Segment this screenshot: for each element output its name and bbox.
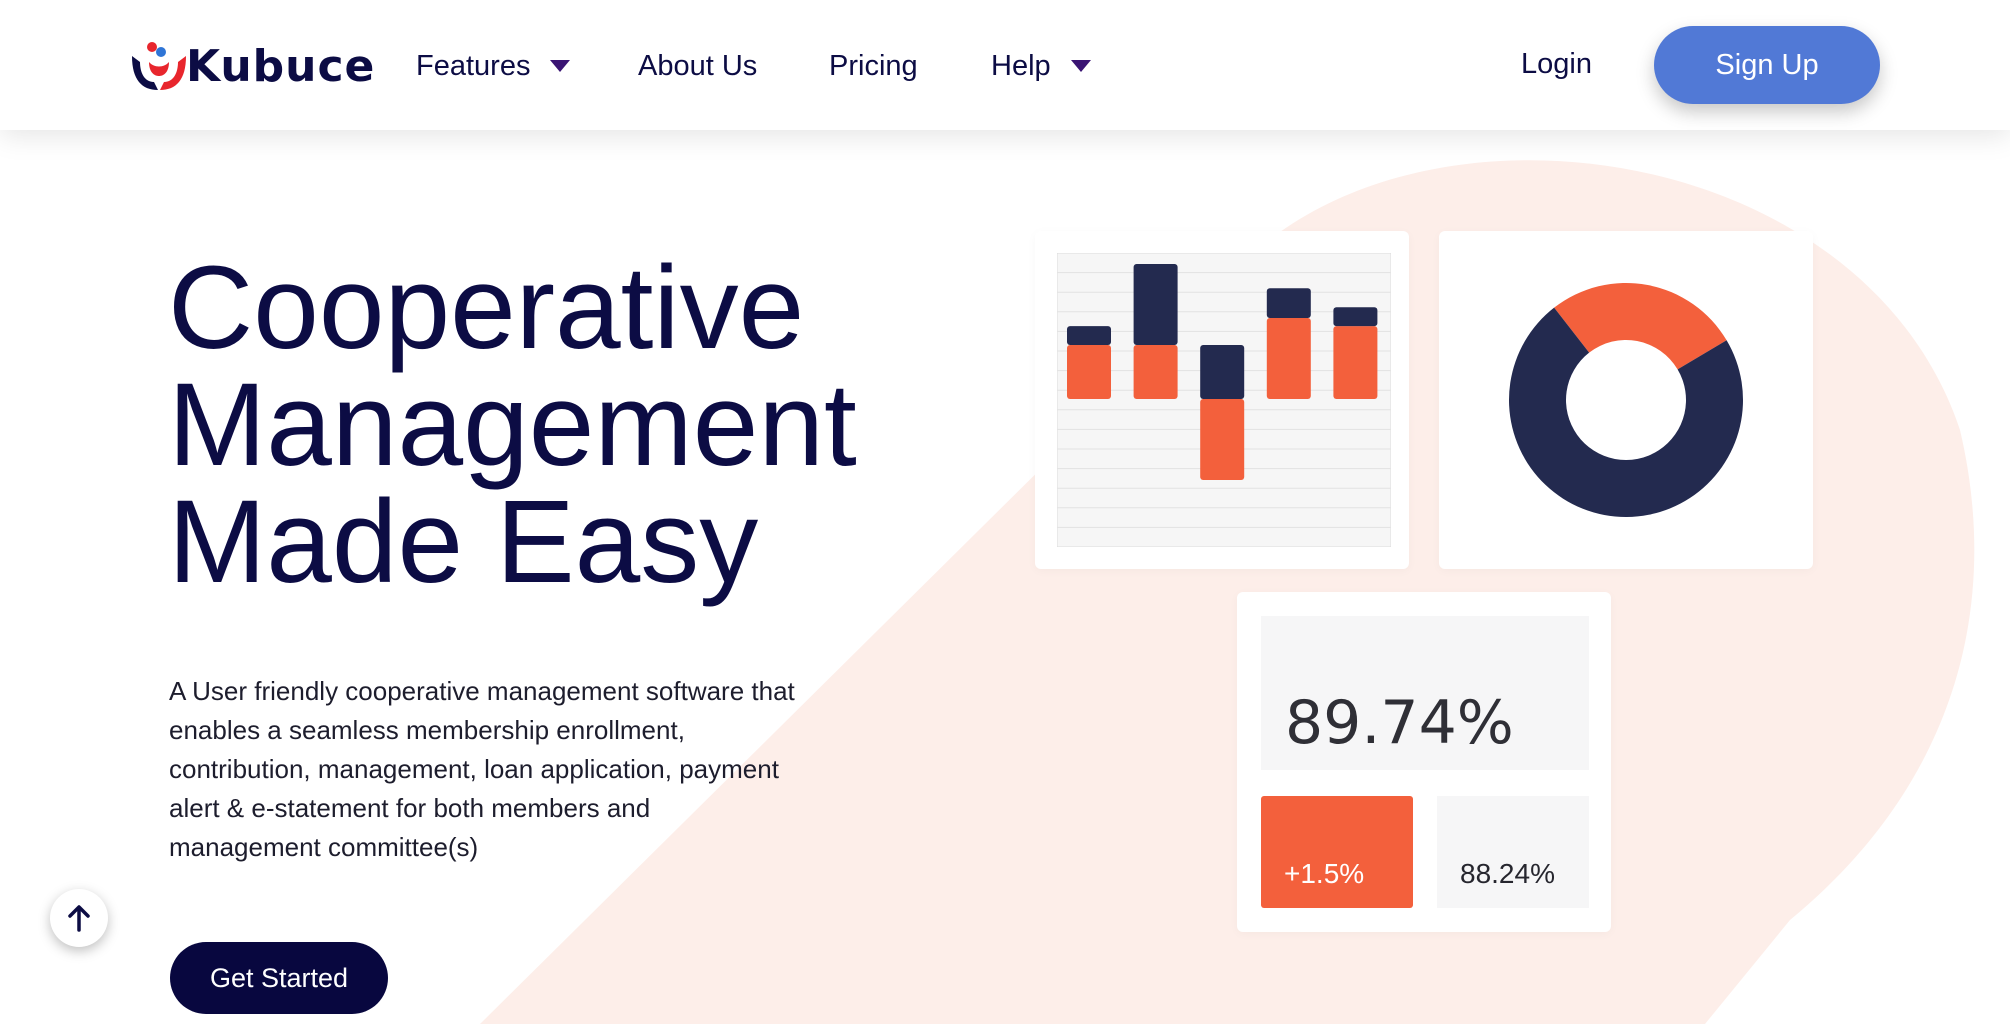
logo-hands-icon [132, 42, 186, 90]
stats-card: 89.74% +1.5% 88.24% [1237, 592, 1611, 932]
stat-secondary-panel: 88.24% [1437, 796, 1589, 908]
stat-change-value: +1.5% [1284, 858, 1365, 889]
stat-change-panel: +1.5% [1261, 796, 1413, 908]
donut-chart [1509, 283, 1743, 517]
stacked-bar-chart [1057, 253, 1391, 547]
nav-features-label: Features [416, 49, 531, 82]
bar-segment [1200, 345, 1245, 399]
arrow-up-icon [68, 905, 90, 932]
nav-pricing-label: Pricing [829, 49, 918, 82]
kubuce-logo[interactable]: Kubuce [128, 38, 375, 94]
nav-help[interactable]: Help [991, 46, 1091, 86]
stat-main-panel: 89.74% [1261, 616, 1589, 770]
hero-title-line-3: Made Easy [168, 476, 759, 608]
donut-chart-card [1439, 231, 1813, 569]
nav-pricing[interactable]: Pricing [829, 46, 918, 86]
stat-main-value: 89.74% [1285, 688, 1514, 758]
brand-name: Kubuce [186, 40, 376, 92]
caret-down-icon [550, 60, 571, 72]
scroll-to-top-button[interactable] [50, 889, 108, 947]
bar-segment [1333, 326, 1378, 399]
caret-down-icon [1070, 60, 1091, 72]
nav-about-label: About Us [638, 49, 758, 82]
get-started-button[interactable]: Get Started [170, 942, 388, 1014]
nav-features[interactable]: Features [416, 46, 571, 86]
nav-about-us[interactable]: About Us [638, 46, 757, 86]
hero-description: A User friendly cooperative management s… [169, 676, 795, 862]
hero-title-line-1: Cooperative [168, 242, 805, 374]
hero-title: Cooperative Management Made Easy [168, 242, 968, 608]
bar-segment [1200, 399, 1245, 480]
bar-segment [1333, 307, 1378, 327]
hero-title-line-2: Management [168, 359, 857, 491]
login-link[interactable]: Login [1521, 48, 1592, 81]
stat-secondary-value: 88.24% [1460, 858, 1555, 889]
bar-segment [1133, 264, 1178, 345]
bar-chart-card [1035, 231, 1409, 569]
nav-help-label: Help [991, 49, 1051, 82]
sign-up-button[interactable]: Sign Up [1654, 26, 1880, 104]
top-navigation-bar: Kubuce Features About Us Pricing Help Lo… [0, 0, 2010, 130]
bar-segment [1067, 345, 1111, 399]
bar-segment [1133, 345, 1178, 399]
bar-segment [1067, 326, 1111, 345]
bar-segment [1266, 288, 1311, 318]
bar-segment [1266, 318, 1311, 399]
